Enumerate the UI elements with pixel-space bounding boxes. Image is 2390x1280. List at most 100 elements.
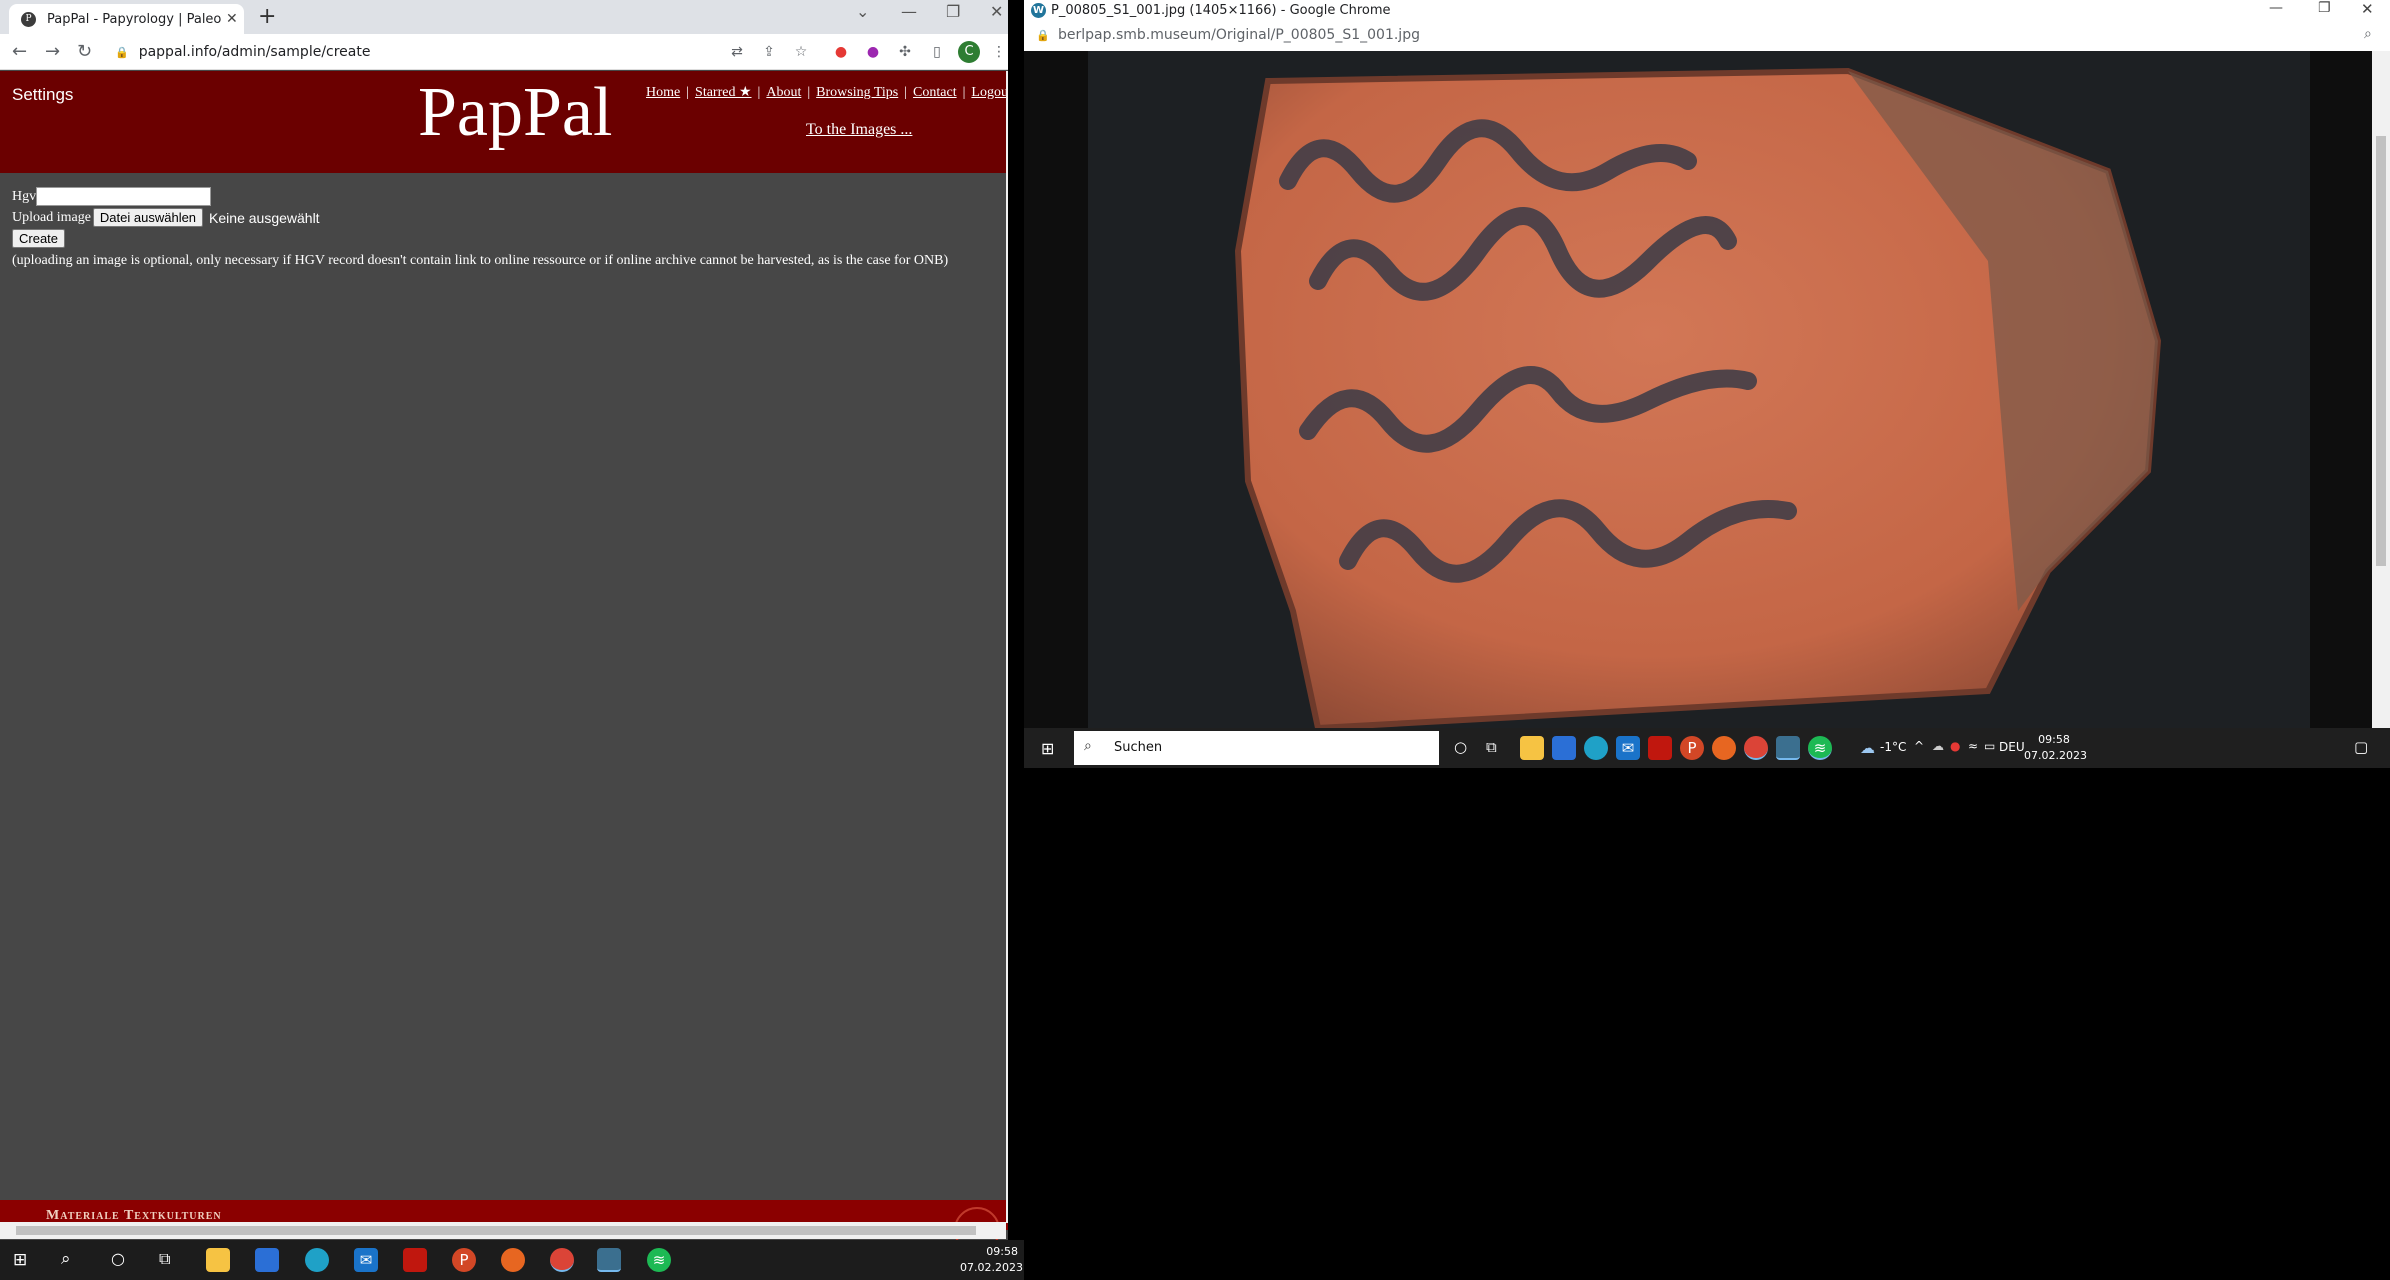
- nav-home[interactable]: Home: [646, 85, 680, 100]
- tab-pappal[interactable]: P PapPal - Papyrology | Paleograph ✕: [9, 4, 244, 34]
- store-icon[interactable]: [255, 1248, 279, 1272]
- tray-chevron-icon[interactable]: ^: [1914, 739, 1924, 753]
- reload-icon[interactable]: ↻: [77, 41, 92, 62]
- tab-bar: P PapPal - Papyrology | Paleograph ✕ + ⌄…: [0, 0, 1008, 34]
- menu-kebab-icon[interactable]: ⋮: [990, 43, 1008, 61]
- powerpoint-icon[interactable]: P: [452, 1248, 476, 1272]
- address-bar[interactable]: 🔒 berlpap.smb.museum/Original/P_00805_S1…: [1024, 23, 2390, 51]
- chrome-icon[interactable]: [1744, 736, 1768, 760]
- vertical-scrollbar[interactable]: [1006, 71, 1008, 1223]
- hgv-input[interactable]: [36, 187, 212, 206]
- clock-date: 07.02.2023: [960, 1261, 1023, 1274]
- create-button[interactable]: Create: [12, 229, 66, 248]
- left-browser-window: P PapPal - Papyrology | Paleograph ✕ + ⌄…: [0, 0, 1008, 1240]
- profile-avatar[interactable]: C: [958, 41, 980, 63]
- battery-icon[interactable]: ▭: [1984, 739, 1995, 753]
- site-header: Settings PapPal Home | Starred ★ | About | Bro…: [0, 71, 1008, 173]
- powerpoint-icon[interactable]: P: [1680, 736, 1704, 760]
- windows-start-icon[interactable]: ⊞: [1041, 739, 1054, 758]
- mail-icon[interactable]: ✉: [1616, 736, 1640, 760]
- image-viewer: [1024, 51, 2390, 728]
- extension-purple-icon[interactable]: ●: [864, 43, 882, 61]
- edge-icon[interactable]: [305, 1248, 329, 1272]
- vertical-scrollbar[interactable]: [2372, 51, 2390, 728]
- url-text: pappal.info/admin/sample/create: [138, 44, 371, 60]
- settings-link[interactable]: Settings: [12, 85, 73, 105]
- task-view-icon[interactable]: ⧉: [159, 1249, 170, 1269]
- to-images-link[interactable]: To the Images ...: [806, 121, 912, 139]
- wordpress-favicon-icon: W: [1031, 3, 1046, 18]
- acrobat-icon[interactable]: [403, 1248, 427, 1272]
- lock-icon: 🔒: [1036, 29, 1050, 42]
- forward-icon[interactable]: →: [45, 41, 60, 62]
- nav-logout[interactable]: Logou: [971, 85, 1008, 100]
- tab-search-icon[interactable]: ⌄: [856, 2, 869, 21]
- vertical-scroll-thumb[interactable]: [2376, 136, 2386, 566]
- acrobat-icon[interactable]: [1648, 736, 1672, 760]
- main-taskbar: ⊞ ⌕ ○ ⧉ ✉ P ≋ 09:58 07.02.2023: [0, 1240, 1024, 1280]
- minimize-icon[interactable]: —: [2269, 0, 2283, 16]
- search-icon[interactable]: ⌕: [61, 1249, 71, 1269]
- spotify-icon[interactable]: ≋: [1808, 736, 1832, 760]
- firefox-icon[interactable]: [1712, 736, 1736, 760]
- cortana-icon[interactable]: ○: [1454, 738, 1467, 756]
- right-taskbar: ⊞ ⌕ Suchen ○ ⧉ ✉ P ≋ ☁ -1°C ^ ☁ ● ≈ ▭ DE…: [1024, 728, 2390, 768]
- nav-browsing-tips[interactable]: Browsing Tips: [816, 85, 898, 100]
- app-window-icon[interactable]: [597, 1248, 621, 1272]
- close-window-icon[interactable]: ✕: [990, 2, 1003, 21]
- mail-icon[interactable]: ✉: [354, 1248, 378, 1272]
- spotify-icon[interactable]: ≋: [647, 1248, 671, 1272]
- edge-icon[interactable]: [1584, 736, 1608, 760]
- cortana-icon[interactable]: ○: [111, 1249, 125, 1268]
- tab-close-icon[interactable]: ✕: [226, 11, 238, 27]
- search-placeholder: Suchen: [1114, 740, 1163, 755]
- onedrive-icon[interactable]: ☁: [1932, 739, 1944, 753]
- minimize-icon[interactable]: —: [901, 2, 917, 21]
- windows-start-icon[interactable]: ⊞: [13, 1250, 27, 1270]
- restore-icon[interactable]: ❐: [946, 2, 960, 21]
- share-icon[interactable]: ⇪: [760, 43, 778, 61]
- nav-separator: |: [757, 85, 761, 100]
- restore-icon[interactable]: ❐: [2318, 0, 2331, 16]
- extension-red-icon[interactable]: ●: [832, 43, 850, 61]
- nav-starred[interactable]: Starred ★: [695, 85, 751, 100]
- nav-contact[interactable]: Contact: [913, 85, 957, 100]
- horizontal-scrollbar[interactable]: [0, 1222, 1006, 1239]
- taskbar-clock[interactable]: 09:58 07.02.2023: [960, 1244, 1023, 1276]
- web-page: Settings PapPal Home | Starred ★ | About | Bro…: [0, 71, 1008, 1240]
- site-logo[interactable]: PapPal: [418, 73, 612, 153]
- wifi-icon[interactable]: ≈: [1968, 739, 1978, 753]
- store-icon[interactable]: [1552, 736, 1576, 760]
- right-clock-date: 07.02.2023: [2024, 749, 2087, 762]
- upload-image-label: Upload image: [12, 209, 91, 225]
- url-text: berlpap.smb.museum/Original/P_00805_S1_0…: [1058, 27, 1420, 43]
- address-bar[interactable]: 🔒 pappal.info/admin/sample/create: [115, 39, 715, 65]
- firefox-icon[interactable]: [501, 1248, 525, 1272]
- tray-red-icon[interactable]: ●: [1950, 739, 1960, 753]
- nav-about[interactable]: About: [766, 85, 801, 100]
- notifications-icon[interactable]: ▢: [2354, 738, 2368, 756]
- chrome-icon[interactable]: [550, 1248, 574, 1272]
- side-panel-icon[interactable]: ▯: [928, 43, 946, 61]
- translate-icon[interactable]: ⇄: [728, 43, 746, 61]
- nav-separator: |: [904, 85, 908, 100]
- zoom-icon[interactable]: ⌕: [2364, 26, 2372, 42]
- papyrus-photo[interactable]: [1088, 51, 2310, 728]
- taskbar-search-box[interactable]: ⌕ Suchen: [1074, 731, 1439, 765]
- new-tab-button[interactable]: +: [258, 4, 276, 29]
- language-indicator[interactable]: DEU: [1999, 740, 2025, 754]
- horizontal-scroll-thumb[interactable]: [16, 1226, 976, 1235]
- app-window-icon[interactable]: [1776, 736, 1800, 760]
- weather-temp[interactable]: -1°C: [1880, 740, 1906, 754]
- extensions-puzzle-icon[interactable]: ✣: [896, 43, 914, 61]
- file-explorer-icon[interactable]: [206, 1248, 230, 1272]
- weather-icon[interactable]: ☁: [1860, 739, 1875, 757]
- right-clock[interactable]: 09:58 07.02.2023: [2024, 732, 2087, 764]
- back-icon[interactable]: ←: [12, 41, 27, 62]
- file-status: Keine ausgewählt: [209, 209, 320, 226]
- task-view-icon[interactable]: ⧉: [1486, 738, 1497, 756]
- file-explorer-icon[interactable]: [1520, 736, 1544, 760]
- close-window-icon[interactable]: ✕: [2361, 0, 2374, 18]
- choose-file-button[interactable]: Datei auswählen: [92, 208, 204, 227]
- bookmark-star-icon[interactable]: ☆: [792, 43, 810, 61]
